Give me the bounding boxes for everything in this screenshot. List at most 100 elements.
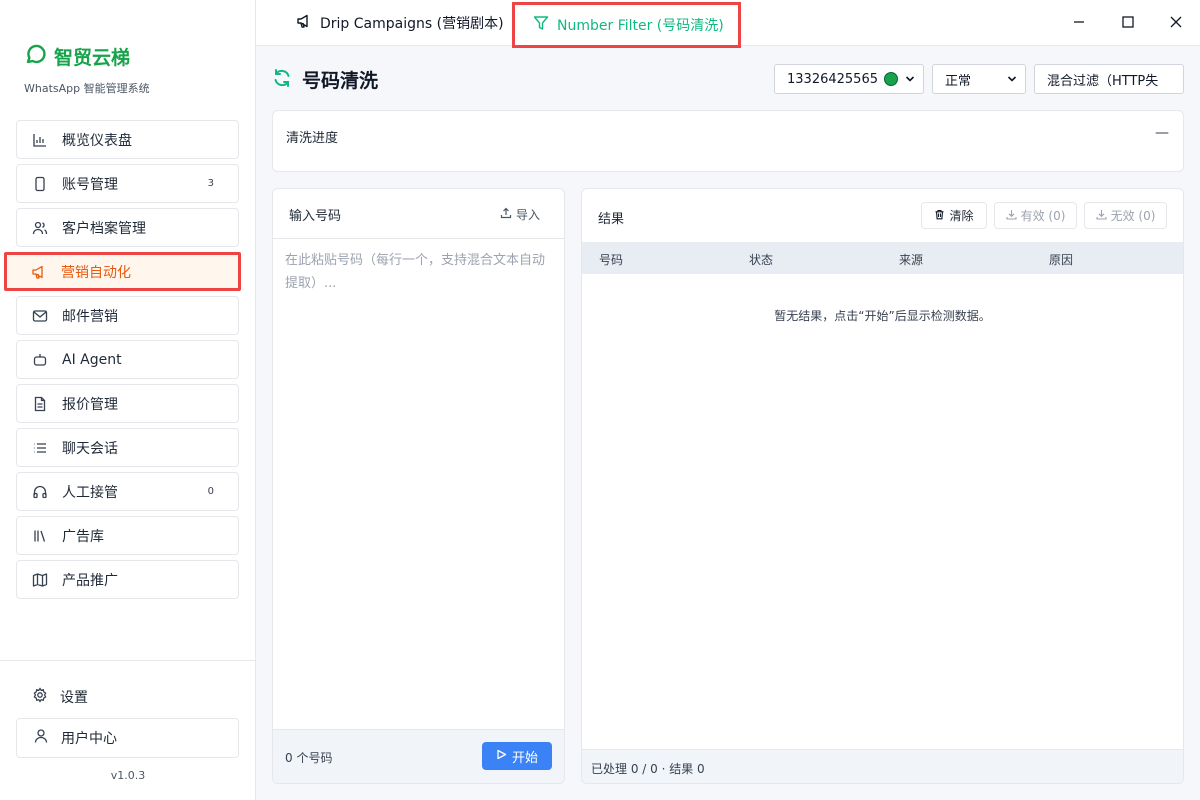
clear-button[interactable]: 清除: [921, 202, 987, 229]
settings-button[interactable]: 设置: [32, 687, 88, 707]
tab-drip-campaigns[interactable]: Drip Campaigns (营销剧本): [296, 0, 504, 46]
collapse-toggle[interactable]: —: [1155, 125, 1169, 141]
sidebar-item-label: 人工接管: [62, 484, 118, 501]
sidebar-item-quotes[interactable]: 报价管理: [16, 384, 239, 423]
maximize-icon: [1122, 16, 1134, 28]
sidebar-item-chats[interactable]: 聊天会话: [16, 428, 239, 467]
download-invalid-button[interactable]: 无效 (0): [1084, 202, 1167, 229]
user-center-button[interactable]: 用户中心: [16, 718, 239, 758]
phone-icon: [32, 176, 48, 192]
mode-select-value: 正常: [945, 73, 972, 89]
sidebar-nav: 概览仪表盘 账号管理 3 客户档案管理 营销自动化 邮件营销 AI Agent …: [4, 120, 241, 604]
results-table-header: 号码 状态 来源 原因: [582, 242, 1183, 274]
page-header: 号码清洗: [272, 66, 378, 93]
sidebar-item-label: 产品推广: [62, 572, 118, 589]
play-icon: [496, 749, 507, 764]
filter-select-value: 混合过滤（HTTP失: [1047, 73, 1159, 89]
bar-chart-icon: [32, 132, 48, 148]
account-select[interactable]: 13326425565: [774, 64, 924, 94]
filter-icon: [533, 15, 549, 35]
brand: 智贸云梯 WhatsApp 智能管理系统: [24, 42, 150, 96]
sidebar-item-label: 聊天会话: [62, 440, 118, 457]
valid-label: 有效 (0): [1020, 209, 1066, 223]
app-version: v1.0.3: [110, 769, 146, 782]
input-panel-title: 输入号码: [289, 209, 342, 224]
close-button[interactable]: [1166, 12, 1186, 32]
accounts-count-badge: 3: [207, 178, 214, 189]
start-label: 开始: [511, 750, 538, 766]
online-status-dot: [883, 72, 898, 86]
cleaning-progress-panel: 清洗进度 —: [272, 110, 1184, 172]
sidebar-item-promotion[interactable]: 产品推广: [16, 560, 239, 599]
settings-label: 设置: [60, 690, 88, 706]
user-icon: [33, 728, 49, 748]
sidebar-item-label: 报价管理: [62, 396, 118, 413]
sidebar-item-marketing-automation[interactable]: 营销自动化: [4, 252, 241, 291]
sidebar-item-label: 营销自动化: [61, 264, 131, 281]
file-text-icon: [32, 396, 48, 412]
takeover-count-badge: 0: [207, 486, 214, 497]
sidebar-item-label: 概览仪表盘: [62, 132, 132, 149]
sidebar-footer: 设置 用户中心 v1.0.3: [0, 660, 256, 782]
sidebar-item-ai-agent[interactable]: AI Agent: [16, 340, 239, 379]
column-reason: 原因: [1049, 253, 1074, 267]
users-icon: [32, 220, 48, 236]
upload-icon: [500, 207, 512, 222]
column-status: 状态: [749, 253, 774, 267]
sidebar-item-label: 广告库: [62, 528, 104, 545]
close-icon: [1170, 16, 1182, 28]
tab-label: Drip Campaigns (营销剧本): [320, 16, 504, 32]
sidebar-item-accounts[interactable]: 账号管理 3: [16, 164, 239, 203]
chevron-down-icon: [905, 76, 915, 82]
download-icon: [1006, 209, 1017, 223]
refresh-icon: [272, 68, 292, 92]
megaphone-icon: [296, 13, 312, 33]
map-icon: [32, 572, 48, 588]
sidebar: 智贸云梯 WhatsApp 智能管理系统 概览仪表盘 账号管理 3 客户档案管理…: [0, 0, 256, 800]
sidebar-item-customers[interactable]: 客户档案管理: [16, 208, 239, 247]
chat-bubble-icon: [24, 42, 48, 70]
progress-title: 清洗进度: [286, 131, 339, 146]
trash-icon: [934, 209, 945, 223]
start-button[interactable]: 开始: [482, 742, 552, 770]
sidebar-item-ad-library[interactable]: 广告库: [16, 516, 239, 555]
library-icon: [32, 528, 48, 544]
number-count: 0 个号码: [285, 751, 333, 765]
results-panel: 结果 清除 有效 (0) 无效 (0) 号码 状态 来源 原因 暂无结果，点击“…: [581, 188, 1184, 784]
sidebar-item-dashboard[interactable]: 概览仪表盘: [16, 120, 239, 159]
account-select-value: 13326425565: [787, 71, 878, 87]
column-number: 号码: [599, 253, 624, 267]
bot-icon: [32, 352, 48, 368]
results-title: 结果: [598, 212, 625, 227]
brand-subtitle: WhatsApp 智能管理系统: [24, 82, 150, 95]
sidebar-item-label: 客户档案管理: [62, 220, 146, 237]
clear-label: 清除: [949, 209, 974, 223]
minimize-icon: [1074, 21, 1084, 23]
tab-label: Number Filter (号码清洗): [557, 18, 724, 34]
sidebar-item-takeover[interactable]: 人工接管 0: [16, 472, 239, 511]
page-title: 号码清洗: [302, 70, 379, 92]
minimize-button[interactable]: [1069, 12, 1089, 32]
sidebar-item-label: 邮件营销: [62, 308, 118, 325]
numbers-textarea[interactable]: 在此粘贴号码（每行一个，支持混合文本自动提取）...: [285, 249, 557, 295]
input-numbers-panel: 输入号码 导入 在此粘贴号码（每行一个，支持混合文本自动提取）... 0 个号码…: [272, 188, 565, 784]
megaphone-icon: [31, 264, 47, 280]
import-label: 导入: [515, 208, 540, 222]
results-summary: 已处理 0 / 0 · 结果 0: [591, 762, 705, 776]
mode-select[interactable]: 正常: [932, 64, 1026, 94]
invalid-label: 无效 (0): [1110, 209, 1156, 223]
maximize-button[interactable]: [1118, 12, 1138, 32]
user-center-label: 用户中心: [61, 731, 117, 747]
mail-icon: [32, 308, 48, 324]
empty-state-message: 暂无结果，点击“开始”后显示检测数据。: [774, 309, 991, 323]
sidebar-item-label: AI Agent: [62, 351, 122, 368]
brand-name: 智贸云梯: [54, 46, 131, 69]
headset-icon: [32, 484, 48, 500]
filter-mode-select[interactable]: 混合过滤（HTTP失: [1034, 64, 1184, 94]
tab-number-filter[interactable]: Number Filter (号码清洗): [512, 2, 741, 48]
download-valid-button[interactable]: 有效 (0): [994, 202, 1077, 229]
list-icon: [32, 440, 48, 456]
sidebar-item-email[interactable]: 邮件营销: [16, 296, 239, 335]
import-button[interactable]: 导入: [500, 206, 540, 223]
tab-bar: Drip Campaigns (营销剧本) Number Filter (号码清…: [256, 0, 1200, 48]
